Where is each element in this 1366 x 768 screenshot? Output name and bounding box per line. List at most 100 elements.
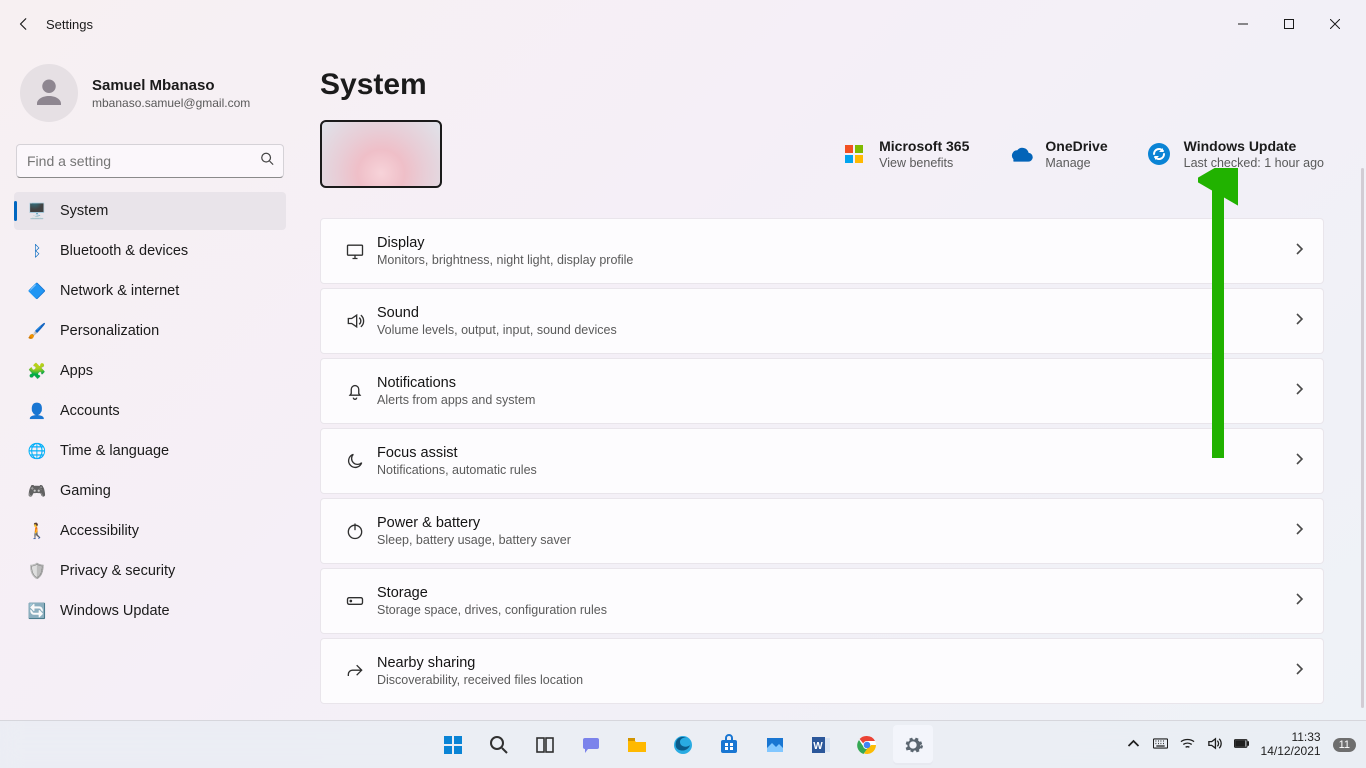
card-title: Display [377,235,633,251]
user-card[interactable]: Samuel Mbanaso mbanaso.samuel@gmail.com [8,56,292,140]
card-display[interactable]: Display Monitors, brightness, night light… [320,218,1324,284]
word-button[interactable]: W [801,725,841,765]
sidebar-item-windows-update[interactable]: 🔄 Windows Update [14,592,286,630]
sidebar-item-label: Personalization [60,323,159,339]
photos-icon [764,734,786,756]
search-icon [260,152,274,171]
start-button[interactable] [433,725,473,765]
card-power-battery[interactable]: Power & batterySleep, battery usage, bat… [320,498,1324,564]
search-button[interactable] [479,725,519,765]
svg-text:W: W [813,741,823,752]
quicklink-windows-update[interactable]: Windows Update Last checked: 1 hour ago [1146,138,1324,170]
sidebar-item-apps[interactable]: 🧩 Apps [14,352,286,390]
folder-icon [626,734,648,756]
quicklink-onedrive[interactable]: OneDrive Manage [1007,138,1107,170]
sidebar-item-label: Network & internet [60,283,179,299]
quicklink-subtitle: Last checked: 1 hour ago [1184,156,1324,170]
globe-icon: 🌐 [28,442,46,460]
card-desc: Monitors, brightness, night light, displ… [377,253,633,267]
task-view-icon [535,735,555,755]
titlebar: Settings [0,0,1366,48]
card-title: Nearby sharing [377,655,583,671]
chrome-button[interactable] [847,725,887,765]
bluetooth-icon: ᛒ [28,242,46,260]
sidebar-item-time-language[interactable]: 🌐 Time & language [14,432,286,470]
card-storage[interactable]: StorageStorage space, drives, configurat… [320,568,1324,634]
back-button[interactable] [8,8,40,40]
sidebar-item-gaming[interactable]: 🎮 Gaming [14,472,286,510]
battery-tray-icon[interactable] [1234,736,1249,754]
quicklink-title: OneDrive [1045,138,1107,154]
brush-icon: 🖌️ [28,322,46,340]
settings-list: Display Monitors, brightness, night light… [320,218,1324,704]
windows-update-icon [1146,141,1172,167]
search-input[interactable] [16,144,284,178]
card-title: Notifications [377,375,535,391]
maximize-button[interactable] [1266,8,1312,40]
desktop-preview[interactable] [320,120,442,188]
sidebar-item-privacy-security[interactable]: 🛡️ Privacy & security [14,552,286,590]
search-box [16,144,284,178]
avatar [20,64,78,122]
main-content: System Microsoft 365 View benefits On [300,48,1366,720]
taskbar-center: W [433,725,933,765]
chevron-right-icon [1293,452,1305,470]
quicklink-subtitle: Manage [1045,156,1107,170]
chat-icon [581,735,601,755]
file-explorer-button[interactable] [617,725,657,765]
clock-time: 11:33 [1261,731,1321,745]
quicklink-title: Microsoft 365 [879,138,969,154]
sidebar-item-network-internet[interactable]: 🔷 Network & internet [14,272,286,310]
sidebar-item-label: Windows Update [60,603,170,619]
display-icon [333,241,377,261]
wifi-tray-icon[interactable] [1180,736,1195,754]
system-tray: 11:33 14/12/2021 11 [1126,731,1366,759]
quicklink-title: Windows Update [1184,138,1324,154]
card-desc: Sleep, battery usage, battery saver [377,533,571,547]
card-focus-assist[interactable]: Focus assist Notifications, automatic rul… [320,428,1324,494]
close-button[interactable] [1312,8,1358,40]
store-button[interactable] [709,725,749,765]
sound-icon [333,311,377,331]
card-nearby-sharing[interactable]: Nearby sharingDiscoverability, received … [320,638,1324,704]
sidebar-item-personalization[interactable]: 🖌️ Personalization [14,312,286,350]
tray-overflow-icon[interactable] [1126,736,1141,754]
quicklink-subtitle: View benefits [879,156,969,170]
window-title: Settings [46,17,93,32]
notification-badge[interactable]: 11 [1333,738,1356,752]
apps-icon: 🧩 [28,362,46,380]
scrollbar[interactable] [1361,168,1364,708]
card-sound[interactable]: SoundVolume levels, output, input, sound… [320,288,1324,354]
edge-button[interactable] [663,725,703,765]
settings-app-button[interactable] [893,725,933,765]
card-title: Storage [377,585,607,601]
gaming-icon: 🎮 [28,482,46,500]
storage-icon [333,591,377,611]
card-title: Focus assist [377,445,537,461]
update-icon: 🔄 [28,602,46,620]
accessibility-icon: 🚶 [28,522,46,540]
clock-date: 14/12/2021 [1261,745,1321,759]
quicklink-microsoft-365[interactable]: Microsoft 365 View benefits [841,138,969,170]
chrome-icon [856,734,878,756]
chat-button[interactable] [571,725,611,765]
volume-tray-icon[interactable] [1207,736,1222,754]
page-title: System [320,68,1324,102]
sidebar-item-label: Apps [60,363,93,379]
task-view-button[interactable] [525,725,565,765]
store-icon [718,734,740,756]
taskbar-clock[interactable]: 11:33 14/12/2021 [1261,731,1321,759]
minimize-button[interactable] [1220,8,1266,40]
power-icon [333,521,377,541]
photos-button[interactable] [755,725,795,765]
card-notifications[interactable]: NotificationsAlerts from apps and system [320,358,1324,424]
sidebar-item-label: Privacy & security [60,563,175,579]
sidebar-item-system[interactable]: 🖥️ System [14,192,286,230]
card-desc: Notifications, automatic rules [377,463,537,477]
sidebar-item-accessibility[interactable]: 🚶 Accessibility [14,512,286,550]
keyboard-icon[interactable] [1153,736,1168,754]
chevron-right-icon [1293,382,1305,400]
moon-icon [333,451,377,471]
sidebar-item-accounts[interactable]: 👤 Accounts [14,392,286,430]
sidebar-item-bluetooth-devices[interactable]: ᛒ Bluetooth & devices [14,232,286,270]
